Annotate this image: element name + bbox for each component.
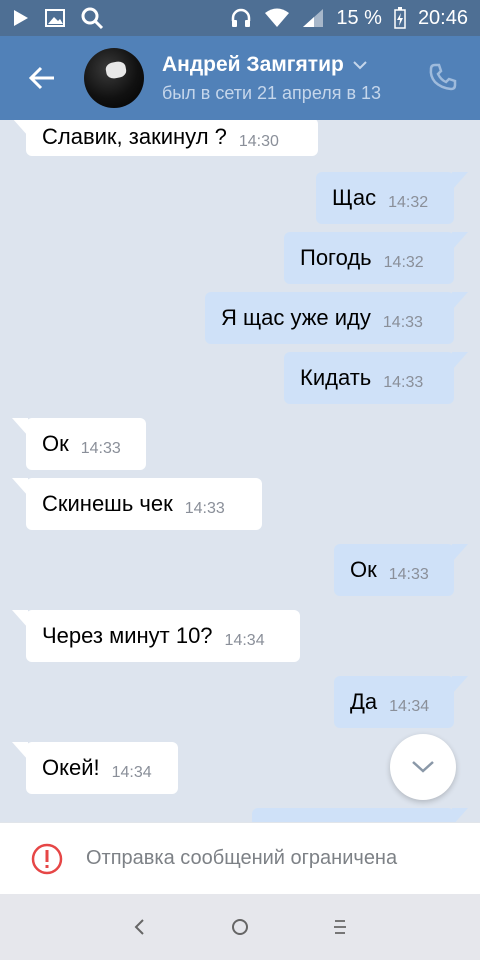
message-text: Ок — [350, 557, 377, 582]
message-text: Окей! — [42, 755, 100, 780]
message-time: 14:33 — [388, 566, 429, 583]
nav-back-icon — [134, 919, 144, 935]
message-incoming[interactable]: Славик, закинул ? 14:30 — [12, 120, 318, 156]
avatar[interactable] — [84, 48, 144, 108]
message-text: Скинешь чек — [42, 491, 173, 516]
image-icon — [44, 8, 66, 28]
message-text: Через минут 10? — [42, 623, 213, 648]
message-text: Да — [350, 689, 378, 714]
message-incoming[interactable]: Окей! 14:34 — [12, 742, 178, 794]
message-time: 14:34 — [111, 764, 152, 781]
back-arrow-icon — [28, 66, 54, 90]
message-time: 14:33 — [383, 374, 424, 391]
nav-menu-button[interactable] — [320, 907, 360, 947]
message-outgoing[interactable]: Ок 14:33 — [334, 544, 468, 596]
message-time: 14:33 — [184, 500, 225, 517]
message-time: 14:34 — [389, 698, 430, 715]
nav-home-icon — [232, 919, 248, 935]
message-outgoing[interactable]: Щас 14:32 — [316, 172, 468, 224]
call-button[interactable] — [428, 62, 460, 94]
message-text: Славик, закинул ? — [42, 124, 227, 149]
contact-status: был в сети 21 апреля в 13 — [162, 82, 382, 103]
message-time: 14:33 — [80, 440, 121, 457]
back-button[interactable] — [14, 36, 70, 120]
contact-name: Андрей Замгятир — [162, 52, 344, 76]
message-text: Я щас уже иду — [221, 305, 371, 330]
message-time: 14:32 — [388, 194, 429, 211]
message-text: Ок — [42, 431, 69, 456]
wifi-icon — [264, 8, 290, 28]
message-time: 14:32 — [383, 254, 424, 271]
battery-icon — [394, 7, 406, 29]
message-outgoing[interactable]: Погодь 14:32 — [284, 232, 468, 284]
nav-menu-icon — [334, 920, 346, 934]
status-bar: 15 % 20:46 — [0, 0, 480, 36]
message-time: 14:34 — [224, 632, 265, 649]
nav-back-button[interactable] — [120, 907, 160, 947]
restriction-text: Отправка сообщений ограничена — [86, 847, 398, 869]
contact-info[interactable]: Андрей Замгятир был в сети 21 апреля в 1… — [162, 53, 412, 104]
message-outgoing[interactable]: Я щас уже иду 14:33 — [205, 292, 468, 344]
system-nav-bar — [0, 894, 480, 960]
play-icon — [12, 8, 30, 28]
message-outgoing[interactable]: Да 14:34 — [334, 676, 468, 728]
phone-icon — [429, 63, 457, 91]
messaging-restricted-bar: Отправка сообщений ограничена — [0, 822, 480, 894]
message-list[interactable]: Славик, закинул ? 14:30 Щас 14:32 Погодь 14… — [0, 120, 480, 822]
nav-home-button[interactable] — [220, 907, 260, 947]
message-text: Кидать — [300, 365, 372, 390]
clock: 20:46 — [417, 6, 468, 29]
chevron-down-icon — [353, 60, 367, 69]
headphones-icon — [230, 7, 252, 29]
message-incoming[interactable]: Скинешь чек 14:33 — [12, 478, 262, 530]
message-incoming[interactable]: Через минут 10? 14:34 — [12, 610, 300, 662]
message-time: 14:33 — [382, 314, 423, 331]
search-icon — [80, 6, 104, 30]
message-time: 14:30 — [238, 133, 279, 150]
alert-circle-icon — [31, 843, 63, 874]
chevron-down-icon — [412, 761, 434, 773]
message-incoming[interactable]: Ок 14:33 — [12, 418, 146, 470]
message-text: Погодь — [300, 245, 372, 270]
message-text: Щас — [332, 185, 377, 210]
battery-text: 15 % — [336, 6, 382, 29]
signal-icon — [302, 8, 324, 28]
message-outgoing[interactable]: Кидать 14:33 — [284, 352, 468, 404]
chat-header: Андрей Замгятир был в сети 21 апреля в 1… — [0, 36, 480, 120]
scroll-down-button[interactable] — [390, 734, 456, 800]
message-outgoing-partial[interactable] — [252, 808, 468, 822]
